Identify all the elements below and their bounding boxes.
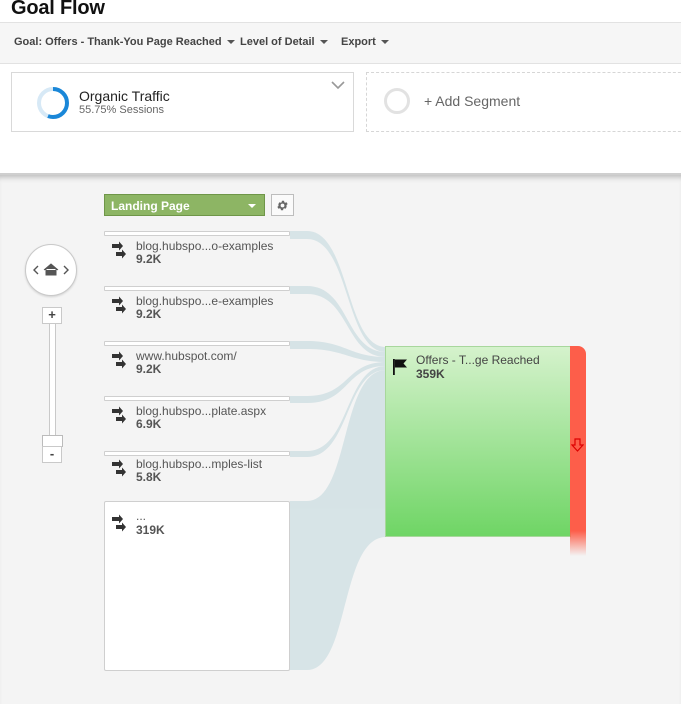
- flow-connector: [290, 370, 386, 670]
- entrance-arrow-icon: [112, 514, 126, 532]
- entrance-arrow-icon: [112, 296, 126, 314]
- chevron-down-icon: [248, 204, 256, 208]
- zoom-slider-track[interactable]: [49, 323, 56, 440]
- entrance-arrow-icon: [112, 459, 126, 477]
- flow-node-value: 5.8K: [136, 470, 162, 484]
- entrance-arrow-icon: [112, 406, 126, 424]
- gear-icon: [277, 200, 288, 210]
- flow-node-label[interactable]: www.hubspot.com/: [136, 349, 237, 363]
- entrance-arrow-icon: [112, 351, 126, 369]
- flow-node-value: 6.9K: [136, 417, 162, 431]
- dimension-select-landing-page[interactable]: Landing Page: [104, 194, 265, 216]
- chevron-right-icon: [63, 265, 69, 275]
- flow-node-other[interactable]: [104, 501, 290, 671]
- goal-node[interactable]: [385, 346, 571, 537]
- home-icon: [43, 263, 59, 276]
- goal-node-label[interactable]: Offers - T...ge Reached: [416, 353, 540, 367]
- flow-node-label[interactable]: ...: [136, 509, 146, 523]
- flow-node-value: 319K: [136, 523, 165, 537]
- flow-node-bar[interactable]: [104, 341, 290, 346]
- flow-node-value: 9.2K: [136, 362, 162, 376]
- pan-arrows: [33, 263, 69, 276]
- flow-node-value: 9.2K: [136, 307, 162, 321]
- chevron-left-icon: [33, 265, 39, 275]
- goal-node-value: 359K: [416, 367, 445, 381]
- arrow-down-icon: [571, 438, 584, 452]
- flow-node-bar[interactable]: [104, 451, 290, 456]
- dimension-select-label: Landing Page: [111, 199, 190, 213]
- flow-node-bar[interactable]: [104, 396, 290, 401]
- flag-icon: [393, 359, 407, 375]
- zoom-in-button[interactable]: +: [42, 307, 62, 324]
- settings-button[interactable]: [271, 194, 294, 216]
- flow-node-label[interactable]: blog.hubspo...mples-list: [136, 457, 262, 471]
- flow-node-label[interactable]: blog.hubspo...plate.aspx: [136, 404, 266, 418]
- entrance-arrow-icon: [112, 241, 126, 259]
- flow-node-bar[interactable]: [104, 286, 290, 291]
- flow-node-label[interactable]: blog.hubspo...o-examples: [136, 239, 273, 253]
- flow-node-bar[interactable]: [104, 231, 290, 236]
- zoom-out-button[interactable]: -: [42, 446, 62, 463]
- flow-node-label[interactable]: blog.hubspo...e-examples: [136, 294, 273, 308]
- flow-node-value: 9.2K: [136, 252, 162, 266]
